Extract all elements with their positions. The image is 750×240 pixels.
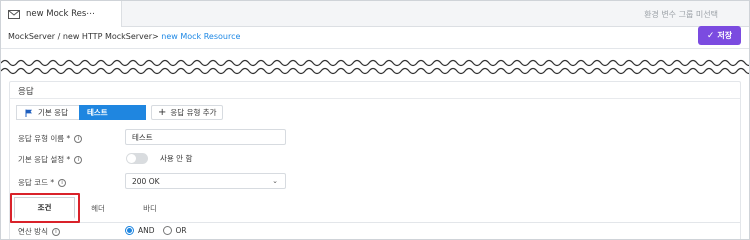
info-icon[interactable]: i [58, 178, 67, 187]
type-name-value: 테스트 [132, 132, 153, 142]
env-group-placeholder: 환경 변수 그룹 미선택 [644, 9, 718, 19]
default-setting-label-text: 기본 응답 설정 * [18, 155, 71, 164]
default-setting-value: 사용 안 함 [160, 154, 193, 163]
default-response-label: 기본 응답 [38, 108, 68, 117]
info-icon[interactable]: i [51, 227, 60, 236]
panel-title: 응답 [18, 87, 34, 97]
operator-radio-group: AND OR [125, 226, 187, 235]
highlight-annotation [10, 193, 80, 223]
breadcrumb-path[interactable]: MockServer / new HTTP MockServer> [8, 32, 159, 41]
type-name-input[interactable]: 테스트 [125, 129, 286, 145]
tab-mock-resource[interactable]: new Mock Res⋯ [1, 1, 122, 27]
default-setting-label: 기본 응답 설정 * i [18, 154, 83, 165]
toggle-knob [127, 154, 136, 163]
tab-title: new Mock Res⋯ [26, 9, 95, 19]
tab-bar: new Mock Res⋯ 환경 변수 그룹 미선택 [1, 1, 749, 27]
radio-or-label[interactable]: OR [176, 226, 187, 235]
breadcrumb-current: new Mock Resource [158, 32, 241, 41]
subtabs-divider [10, 222, 740, 223]
radio-and-label[interactable]: AND [138, 226, 155, 235]
plus-icon: + [158, 106, 167, 118]
wave-bottom [1, 67, 749, 75]
save-button[interactable]: ✓ 저장 [698, 26, 741, 45]
response-code-select[interactable]: 200 OK ⌄ [125, 173, 286, 189]
truncation-wave [1, 59, 749, 75]
env-group-select[interactable]: 환경 변수 그룹 미선택 [621, 5, 741, 23]
tab-body[interactable]: 바디 [132, 197, 168, 219]
tab-body-label: 바디 [143, 203, 157, 213]
breadcrumb: MockServer / new HTTP MockServer> new Mo… [8, 32, 240, 44]
save-label: 저장 [717, 31, 733, 40]
default-setting-toggle[interactable] [126, 153, 148, 164]
info-icon[interactable]: i [74, 155, 83, 164]
info-icon[interactable]: i [74, 134, 83, 143]
operator-label: 연산 방식 i [18, 226, 60, 237]
add-response-type-label: 응답 유형 추가 [170, 108, 217, 117]
tab-headers-label: 헤더 [91, 203, 105, 213]
type-name-label: 응답 유형 이름 * i [18, 133, 83, 144]
response-type-test[interactable]: 테스트 [79, 105, 146, 120]
flag-icon [25, 109, 32, 117]
response-code-label-text: 응답 코드 * [18, 178, 55, 187]
radio-and[interactable] [125, 226, 134, 235]
response-code-value: 200 OK [132, 176, 160, 186]
add-response-type-button[interactable]: + 응답 유형 추가 [151, 105, 223, 120]
response-code-label: 응답 코드 * i [18, 177, 67, 188]
chevron-down-icon: ⌄ [272, 177, 278, 185]
check-icon: ✓ [706, 30, 715, 41]
type-name-label-text: 응답 유형 이름 * [18, 134, 71, 143]
wave-top [1, 59, 749, 67]
default-response-button[interactable]: 기본 응답 [16, 105, 79, 120]
response-type-test-label: 테스트 [87, 108, 108, 117]
header-divider [1, 48, 749, 49]
mail-icon [8, 9, 20, 19]
panel-divider [10, 98, 740, 99]
operator-label-text: 연산 방식 [18, 227, 48, 236]
radio-or[interactable] [162, 226, 172, 235]
tab-headers[interactable]: 헤더 [80, 197, 116, 219]
